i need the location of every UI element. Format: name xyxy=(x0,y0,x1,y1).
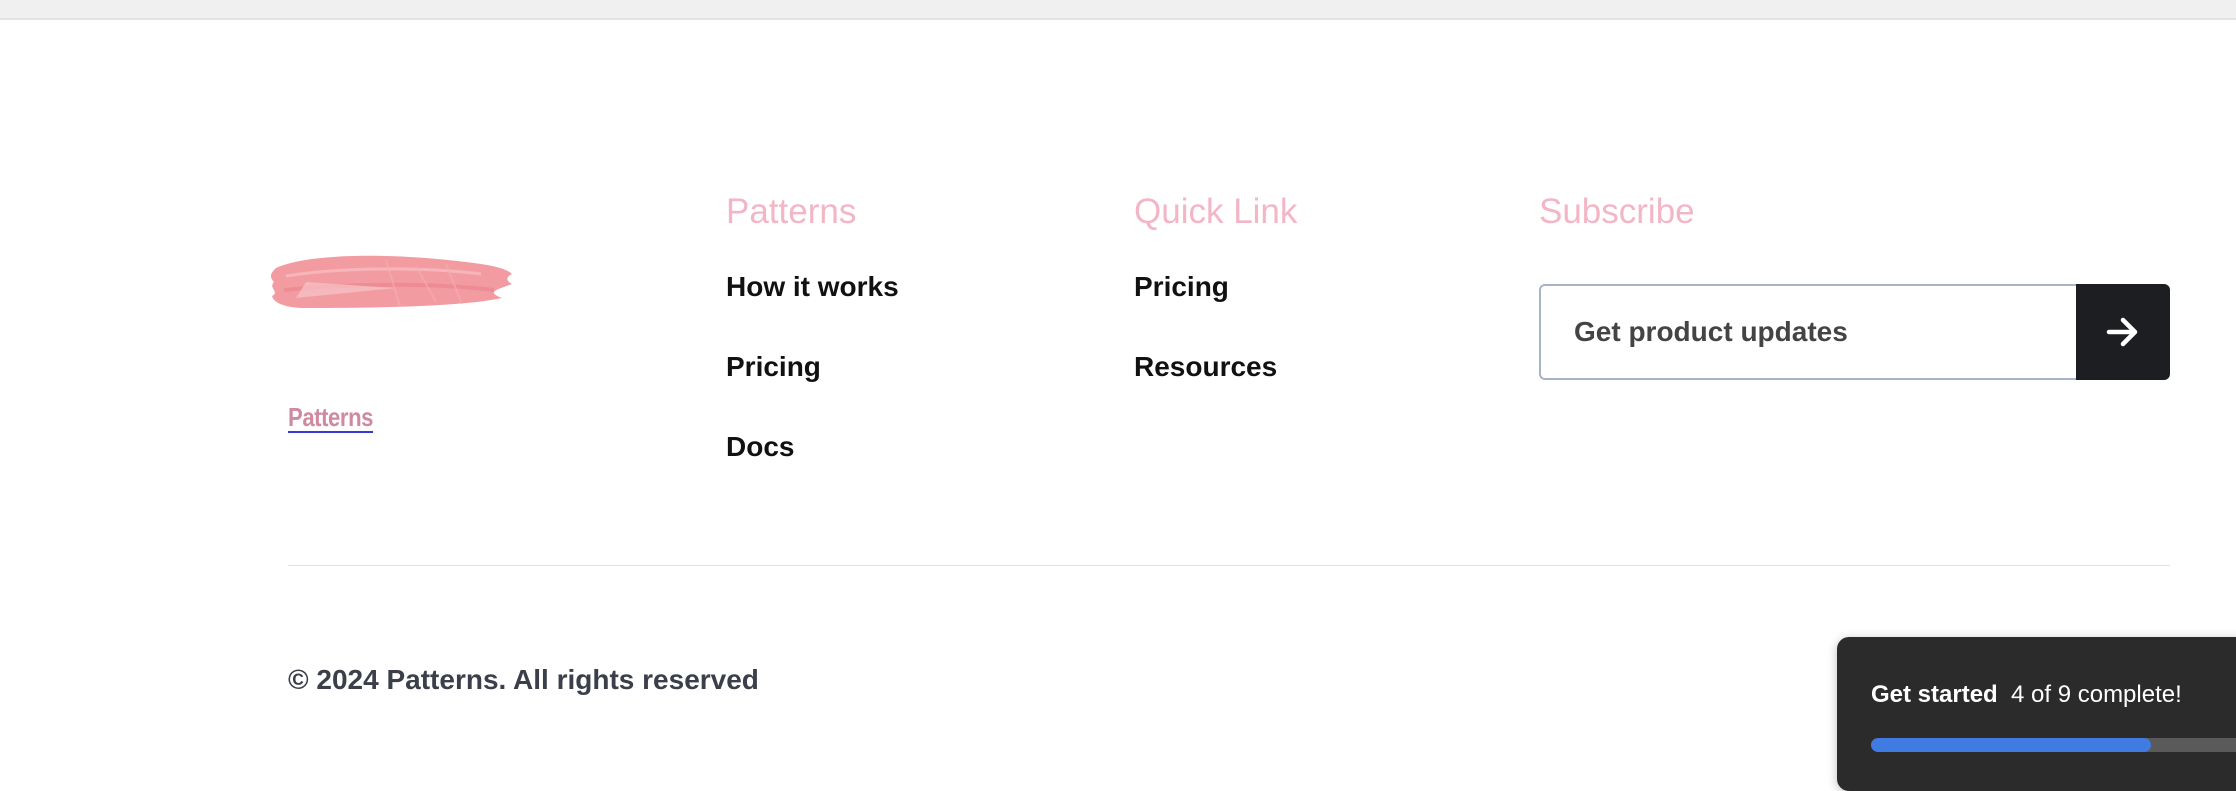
brand-link[interactable]: Patterns xyxy=(288,402,373,433)
patterns-links: How it works Pricing Docs xyxy=(726,272,899,512)
browser-top-bar xyxy=(0,0,2236,20)
quick-link-heading: Quick Link xyxy=(1134,192,1298,231)
subscribe-button[interactable] xyxy=(2076,284,2170,380)
arrow-right-icon xyxy=(2106,317,2138,347)
footer-link-pricing[interactable]: Pricing xyxy=(726,352,899,432)
copyright-text: © 2024 Patterns. All rights reserved xyxy=(288,664,759,695)
footer-link-docs[interactable]: Docs xyxy=(726,432,899,512)
patterns-heading: Patterns xyxy=(726,192,857,231)
footer-link-resources[interactable]: Resources xyxy=(1134,352,1297,432)
subscribe-heading: Subscribe xyxy=(1539,192,1695,231)
email-field[interactable] xyxy=(1539,284,2076,380)
onboarding-checklist-widget[interactable]: Get started 4 of 9 complete! xyxy=(1837,637,2236,791)
subscribe-form xyxy=(1539,284,2170,380)
site-footer: Patterns Patterns How it works Pricing D… xyxy=(0,20,2236,791)
footer-divider xyxy=(288,565,2170,566)
footer-column-subscribe: Subscribe xyxy=(1539,190,2170,380)
footer-link-how-it-works[interactable]: How it works xyxy=(726,272,899,352)
checklist-status: 4 of 9 complete! xyxy=(2011,681,2182,708)
checklist-title: Get started xyxy=(1871,681,1998,708)
checklist-progress-fill xyxy=(1871,738,2151,752)
brush-stroke-logo-icon xyxy=(270,255,512,308)
footer-link-pricing[interactable]: Pricing xyxy=(1134,272,1297,352)
quick-links: Pricing Resources xyxy=(1134,272,1297,432)
footer-column-quick-link: Quick Link Pricing Resources xyxy=(1134,190,1297,432)
checklist-progress-bar xyxy=(1871,738,2236,752)
footer-column-patterns: Patterns How it works Pricing Docs xyxy=(726,190,899,512)
